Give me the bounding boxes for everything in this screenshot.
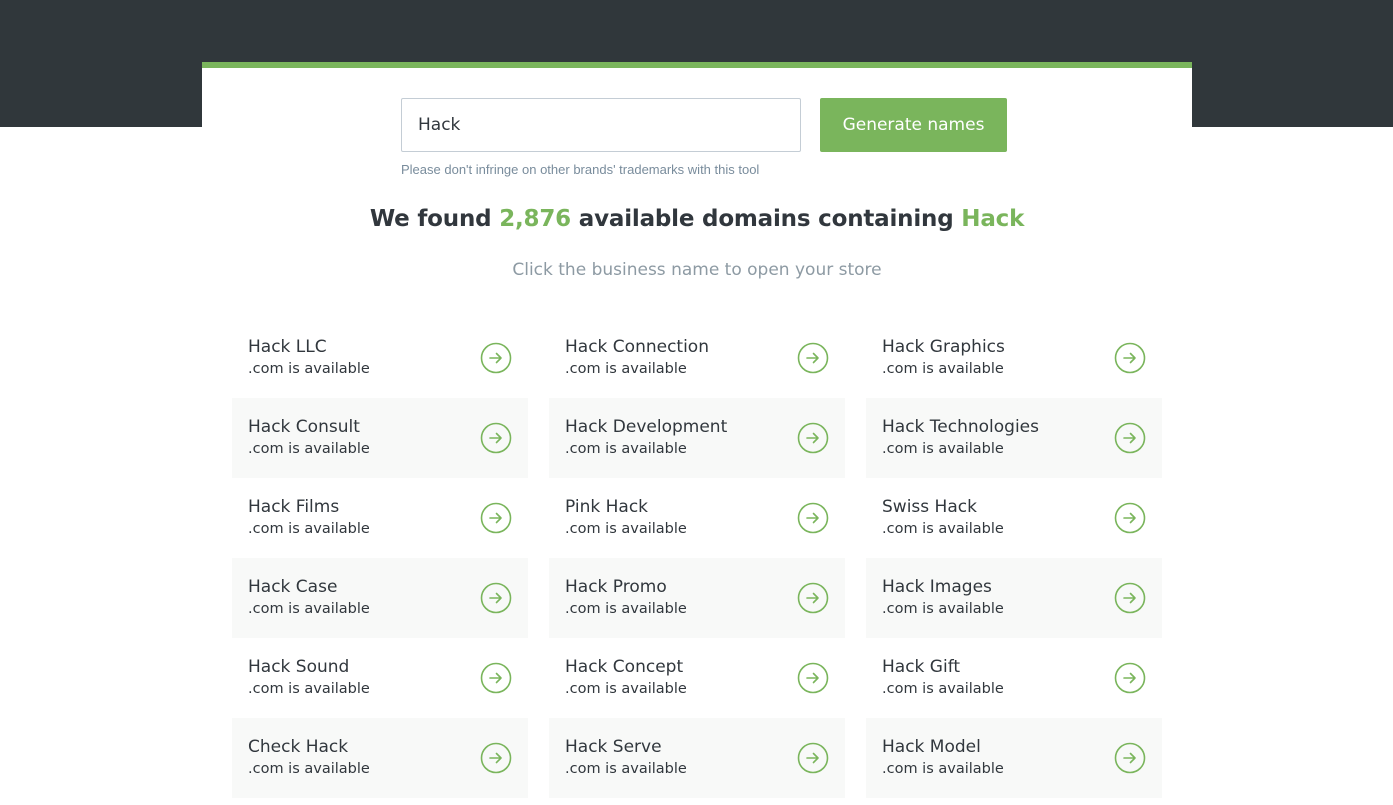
headline-prefix: We found: [369, 206, 500, 232]
business-name-item[interactable]: Hack Consult .com is available: [232, 398, 528, 478]
domain-status: .com is available: [882, 441, 1004, 457]
business-name-item[interactable]: Hack Connection .com is available: [549, 318, 845, 398]
business-name: Swiss Hack: [882, 497, 977, 517]
business-name: Hack Films: [248, 497, 340, 517]
headline-middle: available domains containing: [570, 206, 962, 232]
business-name-item[interactable]: Hack Sound .com is available: [232, 638, 528, 718]
domain-status: .com is available: [882, 761, 1004, 777]
arrow-right-circle-icon[interactable]: [797, 582, 829, 614]
business-name: Hack Connection: [565, 337, 709, 357]
business-name-item[interactable]: Hack Graphics .com is available: [866, 318, 1162, 398]
domain-status: .com is available: [565, 681, 687, 697]
arrow-right-circle-icon[interactable]: [797, 662, 829, 694]
arrow-right-circle-icon[interactable]: [480, 422, 512, 454]
results-count: 2,876: [499, 206, 571, 232]
business-name-item[interactable]: Hack Images .com is available: [866, 558, 1162, 638]
business-name-grid: Hack LLC .com is available Hack Connecti…: [232, 318, 1162, 798]
business-name-item[interactable]: Hack Model .com is available: [866, 718, 1162, 798]
business-name: Pink Hack: [565, 497, 649, 517]
results-keyword: Hack: [961, 206, 1025, 232]
domain-status: .com is available: [565, 361, 687, 377]
business-name: Check Hack: [248, 737, 349, 757]
business-name-item[interactable]: Swiss Hack .com is available: [866, 478, 1162, 558]
arrow-right-circle-icon[interactable]: [1114, 742, 1146, 774]
business-name: Hack Sound: [248, 657, 350, 677]
arrow-right-circle-icon[interactable]: [797, 342, 829, 374]
arrow-right-circle-icon[interactable]: [480, 502, 512, 534]
generate-names-button[interactable]: Generate names: [820, 98, 1007, 152]
arrow-right-circle-icon[interactable]: [480, 742, 512, 774]
business-name: Hack Technologies: [882, 417, 1040, 437]
arrow-right-circle-icon[interactable]: [1114, 422, 1146, 454]
business-name-item[interactable]: Check Hack .com is available: [232, 718, 528, 798]
business-name-item[interactable]: Hack Case .com is available: [232, 558, 528, 638]
domain-status: .com is available: [882, 521, 1004, 537]
generator-panel: Generate names Please don't infringe on …: [202, 62, 1192, 805]
arrow-right-circle-icon[interactable]: [480, 342, 512, 374]
results-instruction: Click the business name to open your sto…: [512, 260, 882, 280]
business-name: Hack Serve: [565, 737, 662, 757]
domain-status: .com is available: [248, 681, 370, 697]
domain-status: .com is available: [248, 761, 370, 777]
business-name-item[interactable]: Hack LLC .com is available: [232, 318, 528, 398]
domain-status: .com is available: [248, 361, 370, 377]
business-name-item[interactable]: Hack Development .com is available: [549, 398, 845, 478]
arrow-right-circle-icon[interactable]: [1114, 662, 1146, 694]
arrow-right-circle-icon[interactable]: [1114, 342, 1146, 374]
business-name-item[interactable]: Hack Concept .com is available: [549, 638, 845, 718]
business-name: Hack Consult: [248, 417, 360, 437]
business-name: Hack Model: [882, 737, 981, 757]
arrow-right-circle-icon[interactable]: [480, 662, 512, 694]
business-name: Hack Promo: [565, 577, 667, 597]
arrow-right-circle-icon[interactable]: [1114, 502, 1146, 534]
business-name-item[interactable]: Hack Serve .com is available: [549, 718, 845, 798]
domain-status: .com is available: [882, 681, 1004, 697]
trademark-disclaimer: Please don't infringe on other brands' t…: [401, 162, 760, 177]
business-name: Hack Graphics: [882, 337, 1005, 357]
business-name: Hack Concept: [565, 657, 684, 677]
domain-status: .com is available: [882, 601, 1004, 617]
business-name: Hack Gift: [882, 657, 961, 677]
results-headline: We found 2,876 available domains contain…: [202, 206, 1192, 232]
business-name: Hack Case: [248, 577, 338, 597]
business-keyword-input[interactable]: [401, 98, 801, 152]
domain-status: .com is available: [565, 601, 687, 617]
arrow-right-circle-icon[interactable]: [797, 502, 829, 534]
arrow-right-circle-icon[interactable]: [480, 582, 512, 614]
arrow-right-circle-icon[interactable]: [797, 422, 829, 454]
business-name-item[interactable]: Hack Gift .com is available: [866, 638, 1162, 718]
arrow-right-circle-icon[interactable]: [797, 742, 829, 774]
business-name-item[interactable]: Hack Films .com is available: [232, 478, 528, 558]
domain-status: .com is available: [248, 521, 370, 537]
business-name-item[interactable]: Hack Promo .com is available: [549, 558, 845, 638]
business-name-item[interactable]: Hack Technologies .com is available: [866, 398, 1162, 478]
business-name: Hack LLC: [248, 337, 327, 357]
domain-status: .com is available: [565, 441, 687, 457]
arrow-right-circle-icon[interactable]: [1114, 582, 1146, 614]
business-name: Hack Images: [882, 577, 992, 597]
domain-status: .com is available: [248, 441, 370, 457]
business-name: Hack Development: [565, 417, 728, 437]
domain-status: .com is available: [248, 601, 370, 617]
domain-status: .com is available: [565, 761, 687, 777]
business-name-item[interactable]: Pink Hack .com is available: [549, 478, 845, 558]
domain-status: .com is available: [882, 361, 1004, 377]
domain-status: .com is available: [565, 521, 687, 537]
